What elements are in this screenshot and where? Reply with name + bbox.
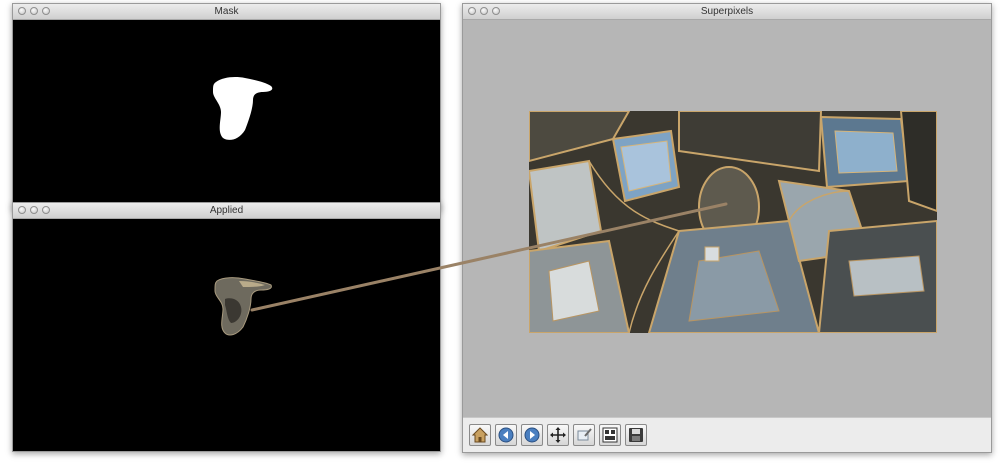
zoom-button[interactable] (42, 206, 50, 214)
superpixel-image[interactable] (527, 110, 938, 334)
close-button[interactable] (18, 7, 26, 15)
navigation-toolbar (463, 417, 991, 452)
back-arrow-icon (498, 427, 514, 443)
minimize-button[interactable] (30, 7, 38, 15)
window-controls (18, 206, 54, 215)
pan-button[interactable] (547, 424, 569, 446)
superpixels-figure (463, 20, 991, 452)
mask-window: Mask (12, 3, 441, 210)
minimize-button[interactable] (480, 7, 488, 15)
superpixels-window-title: Superpixels (700, 6, 754, 17)
save-button[interactable] (625, 424, 647, 446)
window-controls (468, 7, 504, 16)
mask-canvas (13, 20, 440, 209)
superpixels-titlebar[interactable]: Superpixels (463, 4, 991, 20)
zoom-button[interactable] (492, 7, 500, 15)
zoom-button[interactable] (573, 424, 595, 446)
home-button[interactable] (469, 424, 491, 446)
superpixels-window: Superpixels (462, 3, 992, 453)
move-icon (550, 427, 566, 443)
home-icon (472, 427, 488, 443)
close-button[interactable] (468, 7, 476, 15)
close-button[interactable] (18, 206, 26, 214)
applied-face-image (214, 277, 272, 336)
mask-shape-image (213, 77, 273, 140)
configure-subplots-icon (602, 427, 618, 443)
window-controls (18, 7, 54, 16)
forward-arrow-icon (524, 427, 540, 443)
applied-titlebar[interactable]: Applied (13, 203, 440, 219)
applied-window-title: Applied (209, 205, 244, 216)
configure-subplots-button[interactable] (599, 424, 621, 446)
back-button[interactable] (495, 424, 517, 446)
mask-blob (213, 77, 273, 140)
forward-button[interactable] (521, 424, 543, 446)
applied-window: Applied (12, 202, 441, 452)
zoom-rect-icon (577, 428, 592, 441)
applied-canvas (13, 219, 440, 451)
superpixel-segmentation-image (527, 110, 938, 334)
minimize-button[interactable] (30, 206, 38, 214)
mask-titlebar[interactable]: Mask (13, 4, 440, 20)
save-disk-icon (629, 428, 643, 442)
zoom-button[interactable] (42, 7, 50, 15)
mask-window-title: Mask (214, 6, 239, 17)
